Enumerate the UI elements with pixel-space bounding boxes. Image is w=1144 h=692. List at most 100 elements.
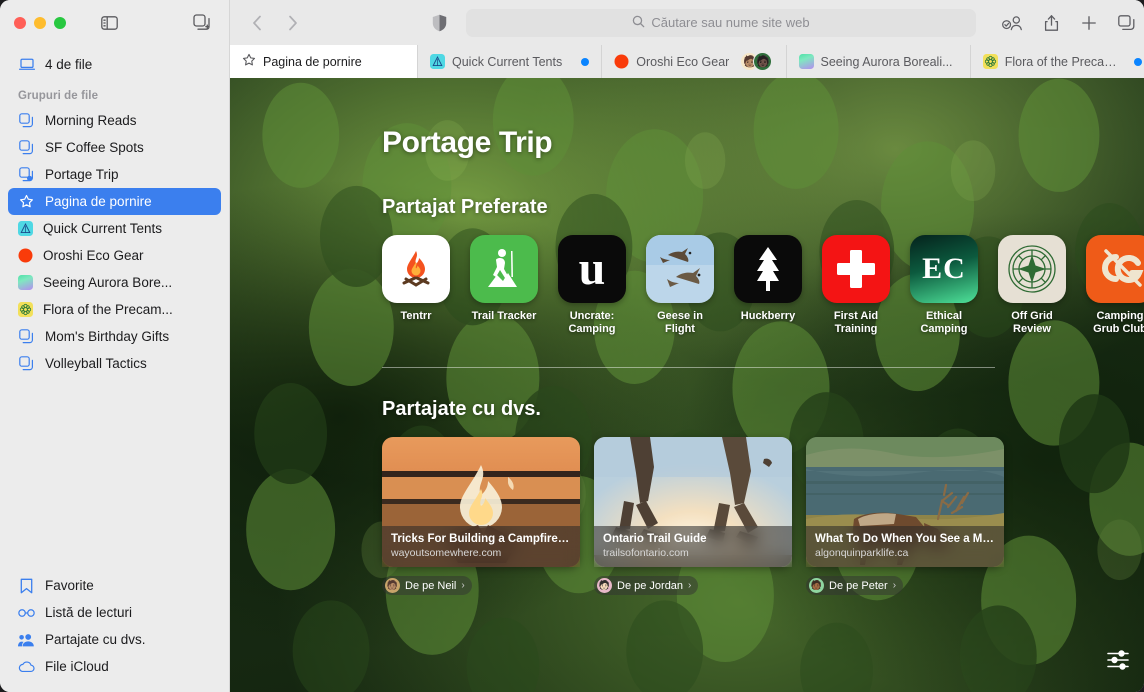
sidebar-item-sf-coffee-spots[interactable]: SF Coffee Spots <box>8 134 221 161</box>
tab-title: Pagina de pornire <box>263 54 362 69</box>
search-input[interactable]: Căutare sau nume site web <box>466 8 976 37</box>
tab-title: Seeing Aurora Boreali... <box>820 54 953 69</box>
chevron-right-icon: › <box>688 580 692 591</box>
toolbar-right-buttons <box>990 10 1140 36</box>
chevron-right-icon: › <box>461 580 465 591</box>
tab-title: Oroshi Eco Gear <box>636 54 730 69</box>
favicon-aurora <box>798 54 814 69</box>
shared-from-badge[interactable]: 🧑🏻 De pe Jordan › <box>594 576 699 595</box>
sidebar-item-label: Portage Trip <box>45 167 119 182</box>
tab-participants[interactable]: 🧑🏽 🧑🏿 <box>740 52 773 71</box>
favorite-item[interactable]: Camping Grub Club <box>1086 235 1144 336</box>
favorite-item[interactable]: First Aid Training <box>822 235 890 336</box>
pine-tree-icon <box>734 235 802 303</box>
tabs-count-label: 4 de file <box>45 57 93 72</box>
favorite-item[interactable]: Trail Tracker <box>470 235 538 336</box>
compass-icon <box>998 235 1066 303</box>
sidebar-item-flora-precambrian[interactable]: Flora of the Precam... <box>8 296 221 323</box>
sidebar-item-label: Partajate cu dvs. <box>45 632 146 647</box>
forward-button[interactable] <box>280 10 306 36</box>
sidebar-item-portage-trip[interactable]: Portage Trip <box>8 161 221 188</box>
zoom-button[interactable] <box>54 16 66 29</box>
sidebar-item-moms-birthday-gifts[interactable]: Mom's Birthday Gifts <box>8 323 221 350</box>
favorite-label: Camping Grub Club <box>1093 310 1144 335</box>
first-aid-cross-icon <box>822 235 890 303</box>
sidebar-item-seeing-aurora[interactable]: Seeing Aurora Bore... <box>8 269 221 296</box>
favorite-item[interactable]: Tentrr <box>382 235 450 336</box>
avatar: 🧑🏾 <box>809 578 824 593</box>
tab-oroshi-eco-gear[interactable]: Oroshi Eco Gear 🧑🏽 🧑🏿 <box>602 45 787 78</box>
sidebar-item-shared-with-you[interactable]: Partajate cu dvs. <box>8 626 221 653</box>
sidebar-item-tabs-count[interactable]: 4 de file <box>8 51 221 78</box>
tab-seeing-aurora-borealis[interactable]: Seeing Aurora Boreali... <box>787 45 971 78</box>
shared-card[interactable]: What To Do When You See a Moo... algonqu… <box>806 437 1004 595</box>
new-tab-group-icon[interactable] <box>189 10 215 36</box>
shared-with-you-cards: Tricks For Building a Campfire—F... wayo… <box>382 437 1144 595</box>
favorites-row: Tentrr Trail Tracker u Uncrate: Camping … <box>382 235 1144 336</box>
sidebar-section-title: Grupuri de file <box>18 90 99 102</box>
laptop-icon <box>18 56 35 73</box>
sidebar-item-quick-current-tents[interactable]: Quick Current Tents <box>8 215 221 242</box>
sidebar-item-label: Volleyball Tactics <box>45 356 147 371</box>
favicon-tent <box>430 54 445 69</box>
minimize-button[interactable] <box>34 16 46 29</box>
card-caption: Ontario Trail Guide trailsofontario.com <box>594 526 792 567</box>
shared-card[interactable]: Ontario Trail Guide trailsofontario.com … <box>594 437 792 595</box>
cloud-icon <box>18 658 35 675</box>
card-caption: What To Do When You See a Moo... algonqu… <box>806 526 1004 567</box>
card-url: algonquinparklife.ca <box>815 547 909 559</box>
shared-from-badge[interactable]: 🧑🏽 De pe Neil › <box>382 576 472 595</box>
favorite-item[interactable]: Geese in Flight <box>646 235 714 336</box>
share-profile-icon[interactable] <box>1000 10 1026 36</box>
shared-from-label: De pe Neil <box>405 579 457 592</box>
customize-start-page-button[interactable] <box>1104 646 1132 674</box>
favicon-flora <box>18 302 33 317</box>
tab-quick-current-tents[interactable]: Quick Current Tents <box>418 45 603 78</box>
letters-ec-icon: EC <box>910 235 978 303</box>
tab-group-icon <box>18 355 35 372</box>
privacy-shield-icon[interactable] <box>426 10 452 36</box>
shared-from-label: De pe Peter <box>829 579 888 592</box>
favorite-item[interactable]: Off Grid Review <box>998 235 1066 336</box>
new-tab-button[interactable] <box>1076 10 1102 36</box>
hiker-icon <box>470 235 538 303</box>
favorite-item[interactable]: EC Ethical Camping <box>910 235 978 336</box>
back-button[interactable] <box>244 10 270 36</box>
sidebar-toggle-icon[interactable] <box>96 10 122 36</box>
tab-flora-of-the-precambrian[interactable]: Flora of the Precambi... <box>971 45 1144 78</box>
favorite-label: Huckberry <box>740 310 796 322</box>
sidebar-item-morning-reads[interactable]: Morning Reads <box>8 107 221 134</box>
sidebar: 4 de file Grupuri de file Morning Reads … <box>0 0 230 692</box>
window-controls[interactable] <box>14 16 66 29</box>
people-icon <box>18 631 35 648</box>
avatar: 🧑🏻 <box>597 578 612 593</box>
close-button[interactable] <box>14 16 26 29</box>
sidebar-item-label: Pagina de pornire <box>45 194 152 209</box>
shared-card[interactable]: Tricks For Building a Campfire—F... wayo… <box>382 437 580 595</box>
sidebar-item-pagina-de-pornire[interactable]: Pagina de pornire <box>8 188 221 215</box>
tab-title: Flora of the Precambi... <box>1004 54 1127 69</box>
tab-pagina-de-pornire[interactable]: Pagina de pornire <box>230 45 418 78</box>
tab-overview-icon[interactable] <box>1114 10 1140 36</box>
sidebar-item-reading-list[interactable]: Listă de lecturi <box>8 599 221 626</box>
chevron-right-icon: › <box>892 580 897 591</box>
shared-from-badge[interactable]: 🧑🏾 De pe Peter › <box>806 576 904 595</box>
favorite-item[interactable]: u Uncrate: Camping <box>558 235 626 336</box>
tab-group-icon <box>18 112 35 129</box>
campfire-icon <box>382 235 450 303</box>
favorite-item[interactable]: Huckberry <box>734 235 802 336</box>
page-title: Portage Trip <box>382 126 553 159</box>
tab-bar: Pagina de pornire Quick Current Tents Or… <box>230 45 1144 78</box>
sidebar-item-oroshi-eco-gear[interactable]: Oroshi Eco Gear <box>8 242 221 269</box>
shared-from-label: De pe Jordan <box>617 579 684 592</box>
sidebar-item-icloud-files[interactable]: File iCloud <box>8 653 221 680</box>
favorite-label: First Aid Training <box>833 310 879 335</box>
sidebar-item-volleyball-tactics[interactable]: Volleyball Tactics <box>8 350 221 377</box>
unread-indicator <box>581 57 590 66</box>
sidebar-item-label: File iCloud <box>45 659 109 674</box>
sidebar-item-favorite[interactable]: Favorite <box>8 572 221 599</box>
share-icon[interactable] <box>1038 10 1064 36</box>
toolbar: Căutare sau nume site web <box>230 0 1144 45</box>
tab-group-icon <box>18 139 35 156</box>
favicon-flora <box>982 54 998 69</box>
